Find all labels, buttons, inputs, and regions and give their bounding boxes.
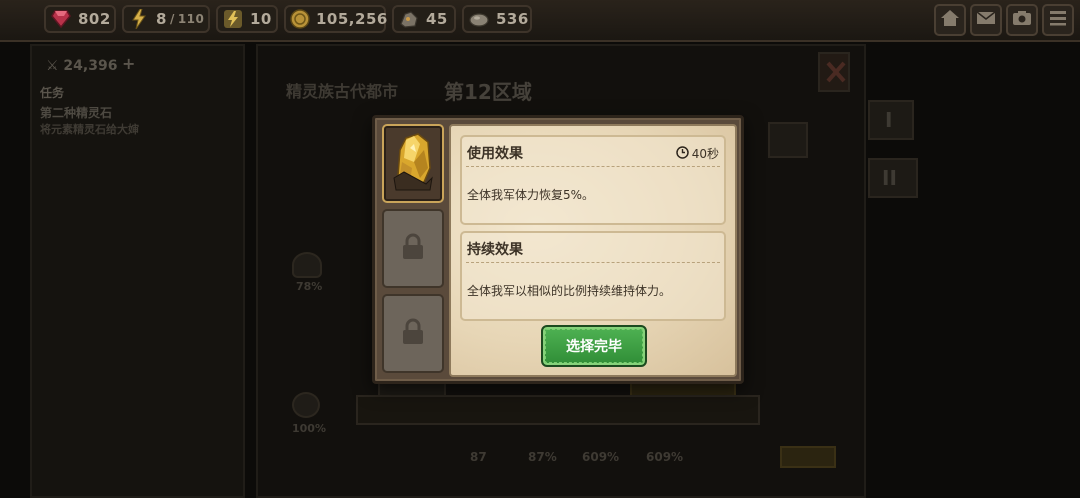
lightning-icon	[128, 8, 150, 30]
card-divider	[466, 262, 720, 263]
stage-1-button[interactable]: I	[868, 100, 914, 140]
close-map-button[interactable]	[818, 52, 850, 92]
close-icon	[826, 60, 846, 88]
flash-icon	[222, 8, 244, 30]
camera-icon	[1012, 10, 1032, 30]
map-action-button[interactable]	[780, 446, 836, 468]
lock-icon	[400, 233, 426, 265]
stone-icon	[468, 8, 490, 30]
active-effect-title: 使用效果	[467, 146, 523, 162]
gems-counter[interactable]: 802	[44, 5, 116, 33]
ore-counter[interactable]: 45	[392, 5, 456, 33]
left-status-icon-2	[292, 392, 320, 418]
resource-bar: 802 8 / 110 10 105,256 45 536	[0, 0, 1080, 42]
clock-icon	[675, 145, 689, 162]
home-icon	[940, 9, 960, 31]
confirm-selection-button[interactable]: 选择完毕	[541, 325, 647, 367]
passive-effect-card: 持续效果 全体我军以相似的比例持续维持体力。	[460, 231, 726, 321]
left-pct-2: 100%	[292, 422, 326, 435]
power-plus: +	[122, 54, 136, 73]
menu-button[interactable]	[1042, 4, 1074, 36]
map-bottom-bar	[356, 395, 760, 425]
duration-value: 40秒	[691, 147, 719, 161]
active-effect-card: 使用效果 40秒 全体我军体力恢复5%。	[460, 135, 726, 225]
mail-button[interactable]	[970, 4, 1002, 36]
gem-icon	[50, 8, 72, 30]
quest-name: 第二种精灵石	[40, 106, 113, 120]
effect-slot-2-locked[interactable]	[382, 209, 444, 288]
ore-icon	[398, 8, 420, 30]
left-pct-1: 78%	[296, 280, 323, 293]
card-divider	[466, 166, 720, 167]
map-side-icon	[768, 122, 808, 158]
quest-desc: 将元素精灵石给大婶	[40, 123, 139, 136]
left-status-icon-1	[292, 252, 322, 278]
golden-crystal-icon	[390, 128, 436, 200]
energy-counter[interactable]: 10	[216, 5, 278, 33]
home-button[interactable]	[934, 4, 966, 36]
active-effect-description: 全体我军体力恢复5%。	[467, 188, 595, 202]
effect-duration: 40秒	[675, 145, 719, 162]
zone-name: 第12区域	[444, 80, 532, 104]
power-value: ⚔ 24,396	[46, 58, 118, 74]
menu-icon	[1049, 10, 1067, 30]
stamina-counter[interactable]: 8 / 110	[122, 5, 210, 33]
coin-icon	[290, 8, 310, 30]
effect-slot-1[interactable]	[382, 124, 444, 203]
lock-icon	[400, 318, 426, 350]
stone-counter[interactable]: 536	[462, 5, 532, 33]
location-name: 精灵族古代都市	[286, 82, 399, 101]
gold-counter[interactable]: 105,256	[284, 5, 387, 33]
mail-icon	[976, 10, 996, 30]
stage-2-button[interactable]: II	[868, 158, 918, 198]
effect-description-panel: 使用效果 40秒 全体我军体力恢复5%。 持续效果 全体我军以相似的比例持续维持…	[449, 124, 737, 377]
passive-effect-description: 全体我军以相似的比例持续维持体力。	[467, 284, 672, 298]
effect-select-dialog: 使用效果 40秒 全体我军体力恢复5%。 持续效果 全体我军以相似的比例持续维持…	[372, 115, 744, 384]
camera-button[interactable]	[1006, 4, 1038, 36]
effect-slot-3-locked[interactable]	[382, 294, 444, 373]
quest-label: 任务	[40, 86, 65, 100]
passive-effect-title: 持续效果	[467, 242, 523, 258]
